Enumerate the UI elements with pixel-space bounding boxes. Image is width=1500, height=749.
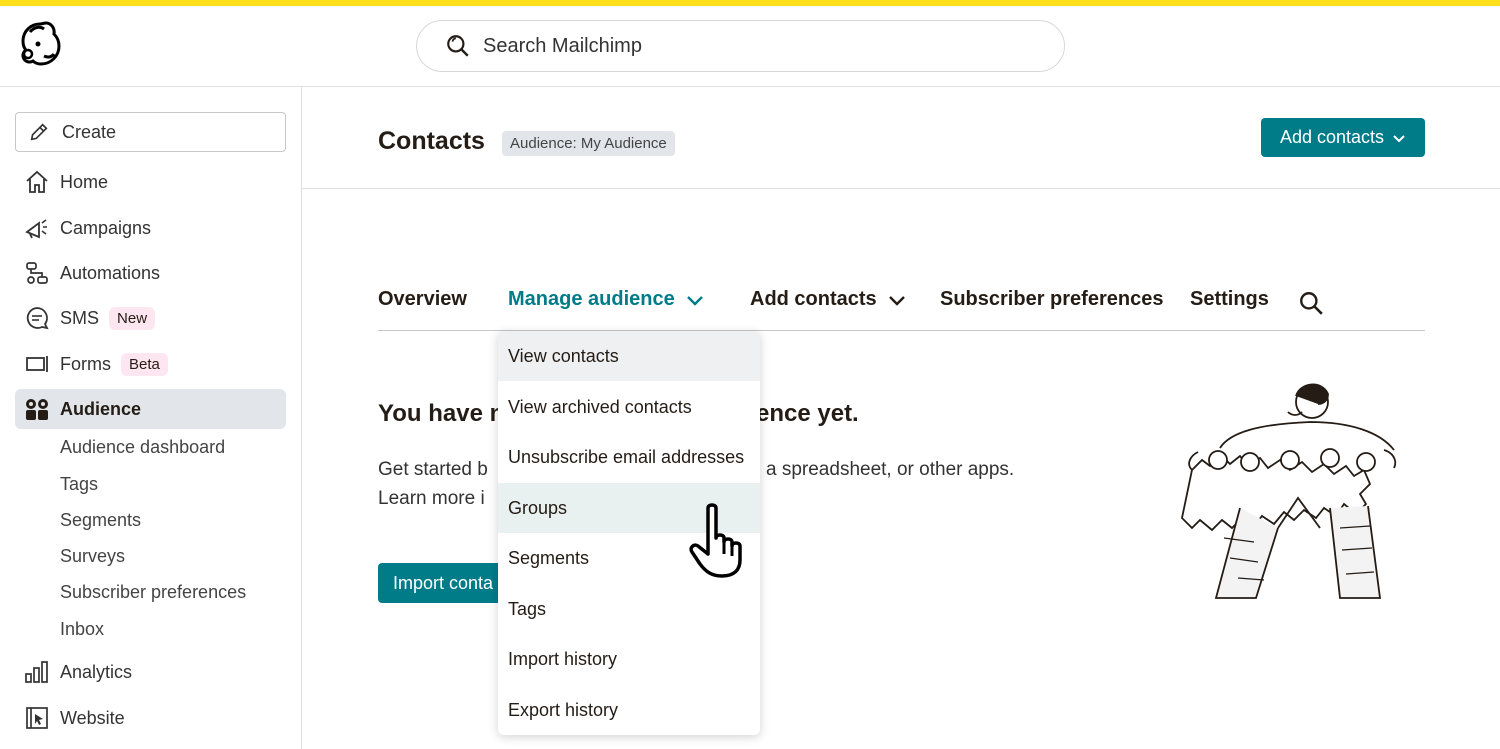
sidebar-subitem-inbox[interactable]: Inbox <box>60 619 104 640</box>
sidebar-item-website[interactable]: Website <box>15 698 286 738</box>
automation-flow-icon <box>26 262 48 284</box>
sidebar-item-audience[interactable]: Audience <box>15 389 286 429</box>
sidebar-item-forms[interactable]: Forms Beta <box>15 344 286 384</box>
import-button-label: Import conta <box>393 572 494 593</box>
empty-title-start: You have n <box>378 400 505 427</box>
sidebar-item-label: Analytics <box>60 661 133 682</box>
page-title: Contacts <box>378 127 485 155</box>
sidebar-item-automations[interactable]: Automations <box>15 253 286 293</box>
menu-item-tags[interactable]: Tags <box>498 584 760 634</box>
chevron-down-icon <box>686 295 703 306</box>
search-icon <box>447 35 469 57</box>
sidebar-item-label: Automations <box>60 262 161 283</box>
tab-manage-audience[interactable]: Manage audience <box>508 288 705 311</box>
sidebar-item-label: Forms <box>60 353 111 374</box>
menu-item-export-history[interactable]: Export history <box>498 685 760 735</box>
empty-text-line1-start: Get started b <box>378 459 488 480</box>
sidebar-item-label: Campaigns <box>60 217 152 238</box>
top-bar: Search Mailchimp <box>0 6 1500 87</box>
beta-badge: Beta <box>121 352 168 376</box>
bar-chart-icon <box>25 661 48 683</box>
page-header: Contacts Audience: My Audience Add conta… <box>302 87 1500 189</box>
sidebar: Create Home Campaigns Automations SMS Ne… <box>0 87 302 749</box>
tab-label: Settings <box>1190 288 1269 310</box>
sidebar-item-sms[interactable]: SMS New <box>15 298 286 338</box>
sidebar-item-home[interactable]: Home <box>15 162 286 202</box>
pencil-icon <box>30 123 48 141</box>
empty-state-text: Get started b a spreadsheet, or other ap… <box>378 459 1014 481</box>
tab-settings[interactable]: Settings <box>1190 288 1269 311</box>
tab-subscriber-preferences[interactable]: Subscriber preferences <box>940 288 1163 311</box>
add-contacts-label: Add contacts <box>1279 127 1385 147</box>
search-placeholder: Search Mailchimp <box>483 34 642 57</box>
chat-bubble-icon <box>26 307 49 330</box>
empty-text-line2-start: Learn more i <box>378 488 485 509</box>
sidebar-subitem-tags[interactable]: Tags <box>60 474 98 495</box>
mailchimp-logo-icon[interactable] <box>16 20 66 72</box>
website-cursor-icon <box>26 707 48 729</box>
tab-label: Subscriber preferences <box>940 288 1164 310</box>
sidebar-item-analytics[interactable]: Analytics <box>15 652 286 692</box>
menu-item-view-archived-contacts[interactable]: View archived contacts <box>498 382 760 432</box>
sidebar-item-campaigns[interactable]: Campaigns <box>15 208 286 248</box>
tab-label: Overview <box>378 288 467 310</box>
home-icon <box>26 170 48 193</box>
chevron-down-icon <box>888 295 905 306</box>
tab-label: Add contacts <box>750 288 877 310</box>
sidebar-item-label: Home <box>60 171 109 192</box>
empty-title-end: ence yet. <box>756 400 859 427</box>
menu-item-view-contacts[interactable]: View contacts <box>498 331 760 381</box>
add-contacts-button[interactable]: Add contacts <box>1261 118 1425 157</box>
search-input[interactable]: Search Mailchimp <box>416 20 1065 72</box>
search-icon[interactable] <box>1298 290 1324 316</box>
empty-text-line1-end: a spreadsheet, or other apps. <box>766 459 1015 480</box>
audience-tag[interactable]: Audience: My Audience <box>502 131 675 156</box>
audience-illustration <box>1181 383 1397 599</box>
megaphone-icon <box>25 219 47 239</box>
sidebar-subitem-surveys[interactable]: Surveys <box>60 546 125 567</box>
audience-icon <box>26 399 48 420</box>
empty-state-title: You have n ence yet. <box>378 400 859 428</box>
tab-overview[interactable]: Overview <box>378 288 467 311</box>
create-button[interactable]: Create <box>15 112 286 152</box>
form-icon <box>26 356 48 372</box>
sidebar-item-label: SMS <box>60 307 100 328</box>
menu-item-import-history[interactable]: Import history <box>498 634 760 684</box>
audience-tabs: Overview Manage audience Add contacts Su… <box>378 282 1425 331</box>
empty-state-learn-more: Learn more i <box>378 488 485 510</box>
sidebar-item-label: Website <box>60 707 125 728</box>
sidebar-subitem-subscriber-preferences[interactable]: Subscriber preferences <box>60 582 246 603</box>
sidebar-subitem-audience-dashboard[interactable]: Audience dashboard <box>60 437 225 458</box>
create-label: Create <box>62 121 117 142</box>
tab-add-contacts[interactable]: Add contacts <box>750 288 907 311</box>
new-badge: New <box>109 306 156 330</box>
hand-pointer-cursor-icon <box>689 503 742 578</box>
tab-label: Manage audience <box>508 288 675 310</box>
menu-item-unsubscribe-email-addresses[interactable]: Unsubscribe email addresses <box>498 432 760 482</box>
sidebar-item-label: Audience <box>60 398 142 419</box>
chevron-down-icon <box>1393 134 1405 142</box>
sidebar-subitem-segments[interactable]: Segments <box>60 510 141 531</box>
